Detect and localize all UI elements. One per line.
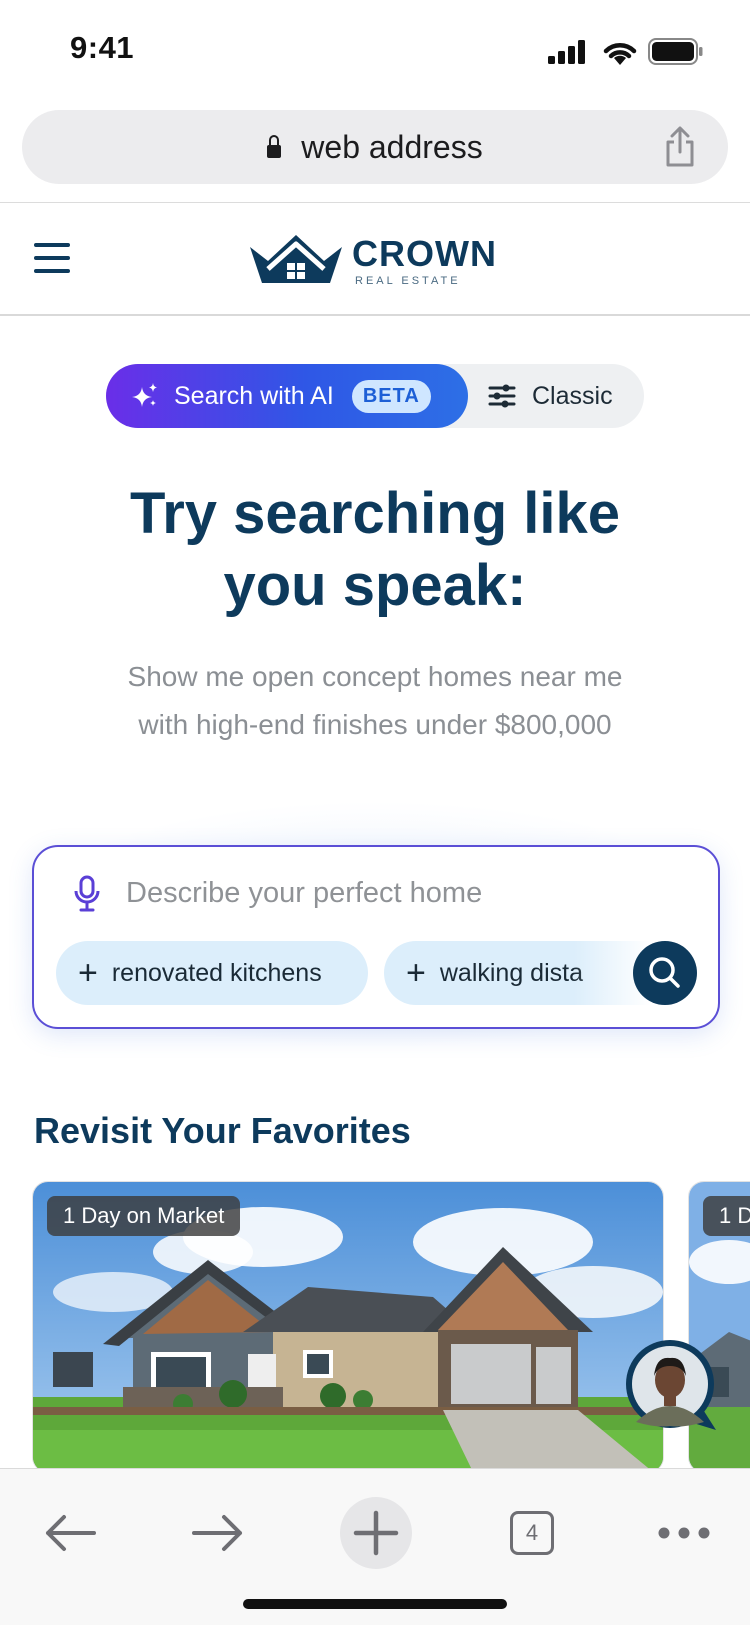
lock-icon	[267, 134, 282, 158]
battery-icon	[648, 38, 704, 66]
tabs-button[interactable]: 4	[510, 1511, 554, 1555]
browser-divider	[0, 202, 750, 203]
sliders-icon	[488, 383, 516, 409]
suggestion-chip[interactable]: + renovated kitchens	[56, 941, 368, 1005]
search-with-ai-label: Search with AI	[174, 381, 334, 410]
days-on-market-badge: 1 Day on Market	[47, 1196, 241, 1236]
address-bar[interactable]: web address	[22, 110, 728, 184]
hero-headline-line1: Try searching like	[129, 481, 621, 546]
chat-agent-button[interactable]	[624, 1338, 720, 1434]
status-time: 9:41	[70, 30, 135, 65]
share-icon[interactable]	[662, 126, 698, 168]
forward-arrow-icon[interactable]	[190, 1513, 246, 1553]
new-tab-button[interactable]	[340, 1497, 412, 1569]
brand-name: CROWN	[352, 233, 497, 274]
example-query: Show me open concept homes near me with …	[0, 653, 750, 749]
example-query-line1: Show me open concept homes near me	[127, 661, 623, 692]
suggestion-chip-label: renovated kitchens	[111, 958, 322, 987]
ai-search-box: Describe your perfect home + renovated k…	[32, 845, 720, 1029]
search-with-ai-tab[interactable]: Search with AI BETA	[106, 364, 468, 428]
menu-icon[interactable]	[34, 243, 70, 279]
hero-headline-line2: you speak:	[223, 553, 527, 618]
header-divider	[0, 314, 750, 316]
favorites-title: Revisit Your Favorites	[34, 1110, 411, 1151]
classic-label: Classic	[532, 381, 613, 410]
cellular-signal-icon	[548, 40, 588, 64]
home-indicator	[243, 1599, 507, 1609]
avatar	[626, 1340, 716, 1430]
more-options-icon[interactable]	[656, 1525, 712, 1541]
wifi-icon	[602, 38, 638, 66]
address-text: web address	[301, 128, 483, 165]
sparkles-icon	[130, 381, 160, 411]
back-arrow-icon[interactable]	[42, 1513, 98, 1553]
search-mode-toggle: Search with AI BETA Classic	[106, 364, 644, 428]
search-input[interactable]: Describe your perfect home	[126, 877, 482, 910]
plus-icon: +	[406, 954, 426, 992]
search-button[interactable]	[633, 941, 697, 1005]
suggestion-chip-label: walking dista	[439, 958, 583, 987]
search-icon	[649, 957, 680, 988]
days-on-market-badge: 1 D	[703, 1196, 750, 1236]
plus-icon	[353, 1510, 399, 1556]
plus-icon: +	[78, 954, 98, 992]
example-query-line2: with high-end finishes under $800,000	[138, 709, 612, 740]
tab-count: 4	[525, 1520, 539, 1545]
hero-headline: Try searching like you speak:	[0, 478, 750, 622]
listing-card[interactable]: 1 Day on Market	[32, 1181, 664, 1473]
microphone-icon[interactable]	[74, 875, 100, 913]
crown-logo-icon	[248, 231, 344, 287]
beta-badge: BETA	[351, 379, 431, 413]
brand-subtitle: REAL ESTATE	[355, 275, 461, 287]
classic-tab[interactable]: Classic	[488, 364, 613, 428]
